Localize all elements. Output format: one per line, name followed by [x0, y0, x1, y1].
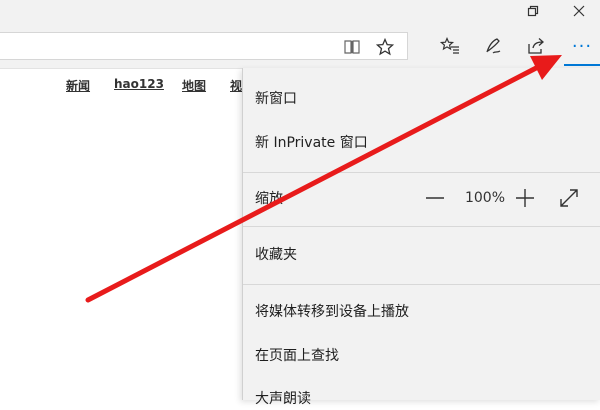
nav-link-video[interactable]: 视: [230, 77, 242, 94]
more-actions-menu: 新窗口 新 InPrivate 窗口 缩放 100% 收藏夹 将媒体转移到设备上…: [242, 68, 600, 407]
favorites-hub-icon[interactable]: [437, 34, 463, 58]
plus-icon: [516, 189, 534, 207]
more-icon: ···: [571, 35, 593, 57]
zoom-value: 100%: [464, 190, 506, 206]
zoom-in-button[interactable]: [513, 186, 537, 210]
title-bar: [0, 0, 600, 22]
nav-link-map[interactable]: 地图: [182, 77, 206, 94]
minus-icon: [426, 197, 444, 199]
restore-icon: [527, 5, 539, 17]
menu-item-find-on-page[interactable]: 在页面上查找: [255, 343, 585, 367]
menu-divider: [243, 226, 600, 227]
nav-link-news[interactable]: 新闻: [66, 77, 90, 94]
web-note-icon[interactable]: [480, 34, 506, 58]
menu-item-read-aloud[interactable]: 大声朗读: [255, 386, 585, 410]
fullscreen-button[interactable]: [557, 186, 581, 210]
more-actions-button[interactable]: ···: [564, 28, 600, 66]
menu-item-new-inprivate[interactable]: 新 InPrivate 窗口: [255, 130, 585, 154]
close-icon: [573, 5, 585, 17]
browser-toolbar: ···: [0, 22, 600, 69]
close-button[interactable]: [556, 0, 600, 22]
restore-button[interactable]: [510, 0, 556, 22]
address-bar[interactable]: [0, 32, 408, 60]
menu-item-cast-media[interactable]: 将媒体转移到设备上播放: [255, 299, 585, 323]
zoom-label: 缩放: [255, 191, 283, 207]
menu-item-new-window[interactable]: 新窗口: [255, 86, 585, 110]
nav-link-hao123[interactable]: hao123: [114, 77, 164, 91]
menu-divider: [243, 284, 600, 285]
menu-divider: [243, 172, 600, 173]
fullscreen-icon: [560, 189, 578, 207]
reading-view-icon[interactable]: [341, 37, 363, 57]
star-icon[interactable]: [374, 37, 396, 57]
zoom-out-button[interactable]: [423, 186, 447, 210]
share-icon[interactable]: [523, 34, 549, 58]
menu-item-favorites[interactable]: 收藏夹: [255, 242, 585, 266]
page-nav: 新闻 hao123 地图 视: [0, 77, 242, 97]
